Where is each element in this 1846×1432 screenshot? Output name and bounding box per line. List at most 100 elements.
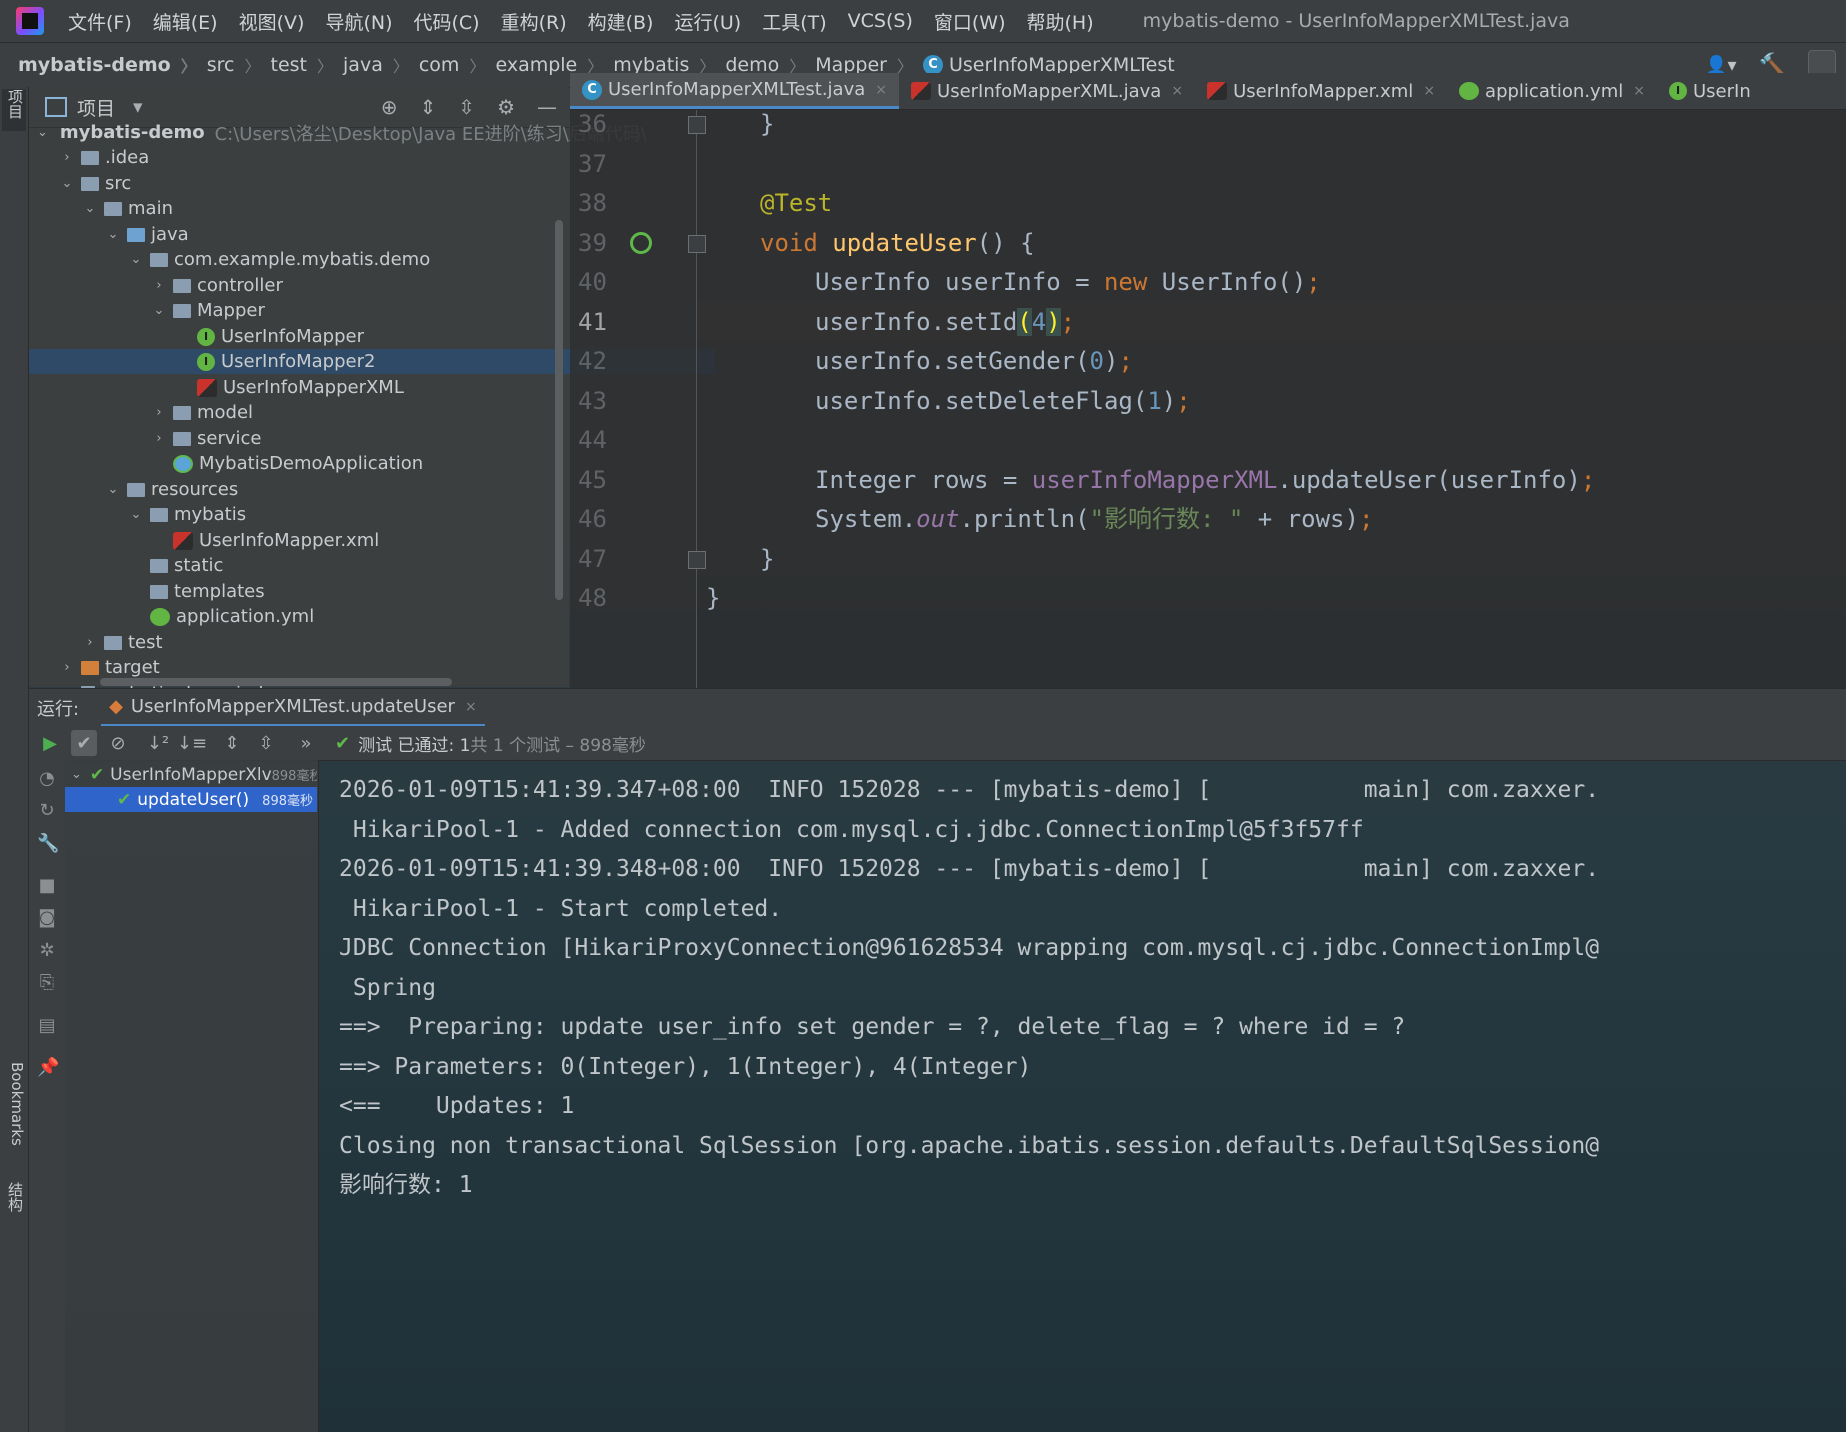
menu-vcs[interactable]: VCS(S)	[848, 10, 913, 32]
fold-marker-icon[interactable]	[688, 551, 706, 569]
tab-mapper-xml-java[interactable]: UserInfoMapperXML.java ×	[899, 73, 1195, 109]
source-folder-icon	[127, 227, 145, 242]
pin-icon[interactable]: 📌	[37, 1057, 59, 1078]
test-status: ✔ 测试 已通过: 1 共 1 个测试 – 898毫秒	[335, 732, 646, 756]
debug-icon[interactable]: ◔	[37, 768, 57, 789]
sort-alpha-icon[interactable]: ↓²	[145, 730, 171, 756]
interface-icon: I	[197, 352, 215, 371]
breadcrumb-item[interactable]: com 〉	[419, 53, 496, 77]
gear-icon[interactable]: ⚙	[497, 95, 515, 119]
chevron-down-icon[interactable]: ⌄	[71, 767, 82, 782]
collapse-all-icon[interactable]: ⇳	[253, 730, 279, 756]
show-ignored-icon[interactable]: ⊘	[105, 730, 131, 756]
run-tab[interactable]: ◆ UserInfoMapperXMLTest.updateUser ×	[101, 689, 485, 727]
tree-item[interactable]: › test	[29, 630, 622, 655]
bookmarks-tool-tab[interactable]: Bookmarks	[2, 1062, 26, 1172]
folder-icon	[150, 584, 168, 599]
run-label: 运行:	[37, 699, 80, 720]
breadcrumb-item[interactable]: java 〉	[343, 53, 419, 77]
fold-marker-icon[interactable]	[688, 235, 706, 253]
test-case-row[interactable]: ✔ updateUser() 898毫秒	[65, 787, 317, 812]
excluded-folder-icon	[81, 660, 99, 675]
project-horizontal-scrollbar[interactable]	[100, 678, 452, 686]
close-icon[interactable]: ×	[875, 82, 887, 98]
project-scrollbar[interactable]	[555, 220, 563, 600]
console-line: ==> Parameters: 0(Integer), 1(Integer), …	[339, 1054, 1032, 1080]
class-icon: C	[582, 79, 602, 100]
console-line: Spring	[339, 975, 436, 1001]
console-line: 影响行数: 1	[339, 1172, 473, 1198]
tree-item[interactable]: ⌄ src	[29, 171, 599, 196]
rerun-icon[interactable]: ▶	[37, 730, 63, 756]
layout-icon[interactable]: ▤	[37, 1015, 57, 1036]
tree-item[interactable]: ⌄ resources	[29, 477, 645, 502]
hide-icon[interactable]: —	[537, 95, 557, 119]
breadcrumb-item[interactable]: test 〉	[271, 53, 344, 77]
menu-refactor[interactable]: 重构(R)	[501, 8, 567, 35]
resources-folder-icon	[127, 482, 145, 497]
menu-run[interactable]: 运行(U)	[674, 8, 741, 35]
test-suite-row[interactable]: ⌄ ✔ UserInfoMapperXlv 898毫秒	[65, 762, 317, 787]
structure-tool-tab[interactable]: 结构	[2, 1182, 26, 1222]
menu-file[interactable]: 文件(F)	[68, 8, 132, 35]
line-number: 37	[578, 150, 607, 178]
console-line: ==> Preparing: update user_info set gend…	[339, 1014, 1406, 1040]
yaml-config-icon	[1459, 82, 1480, 100]
tab-userin[interactable]: I UserIn	[1657, 73, 1763, 109]
menu-tools[interactable]: 工具(T)	[762, 8, 826, 35]
menu-bar: 文件(F) 编辑(E) 视图(V) 导航(N) 代码(C) 重构(R) 构建(B…	[0, 0, 1846, 42]
menu-navigate[interactable]: 导航(N)	[325, 8, 392, 35]
tree-item[interactable]: › .idea	[29, 145, 599, 170]
tree-item[interactable]: ⌄ java	[29, 222, 645, 247]
folder-icon	[150, 558, 168, 573]
folder-icon	[81, 176, 99, 191]
export-icon[interactable]: ⎘	[37, 972, 57, 993]
close-icon[interactable]: ×	[1171, 83, 1183, 99]
breadcrumb-item[interactable]: src 〉	[207, 53, 271, 77]
line-number: 47	[578, 545, 607, 573]
settings-icon[interactable]: ✲	[37, 940, 57, 961]
menu-window[interactable]: 窗口(W)	[934, 8, 1006, 35]
menu-code[interactable]: 代码(C)	[413, 8, 479, 35]
wrench-icon[interactable]: 🔧	[37, 833, 59, 854]
chevron-down-icon[interactable]: ▾	[133, 96, 143, 118]
project-tool-tab[interactable]: 项目	[2, 89, 26, 131]
close-icon[interactable]: ×	[465, 699, 477, 715]
collapse-all-icon[interactable]: ⇳	[458, 95, 475, 119]
tab-test-java[interactable]: C UserInfoMapperXMLTest.java ×	[570, 73, 900, 109]
more-icon[interactable]: »	[293, 730, 319, 756]
rerun-failed-icon[interactable]: ↻	[37, 800, 57, 821]
tree-item[interactable]: › target	[29, 655, 599, 680]
close-icon[interactable]: ×	[1633, 83, 1645, 99]
close-icon[interactable]: ×	[1423, 83, 1435, 99]
breadcrumb-item[interactable]: mybatis-demo 〉	[18, 53, 207, 77]
left-tool-strip: 项目 Bookmarks 结构	[0, 87, 29, 1432]
check-icon: ✔	[89, 764, 105, 785]
locate-icon[interactable]: ⊕	[381, 95, 398, 119]
package-icon	[173, 303, 191, 318]
tree-item[interactable]: ⌄ main	[29, 196, 622, 221]
menu-edit[interactable]: 编辑(E)	[153, 8, 218, 35]
line-number: 46	[578, 505, 607, 533]
run-side-toolbar: ◔ ↻ 🔧 ■ ◙ ✲ ⎘ ▤ 📌	[29, 760, 65, 1432]
menu-view[interactable]: 视图(V)	[239, 8, 305, 35]
fold-marker-icon[interactable]	[688, 116, 706, 134]
menu-help[interactable]: 帮助(H)	[1027, 8, 1094, 35]
camera-icon[interactable]: ◙	[37, 907, 57, 928]
show-passed-icon[interactable]: ✔	[71, 730, 97, 756]
tab-application-yml[interactable]: application.yml ×	[1447, 73, 1657, 109]
run-test-gutter-icon[interactable]	[630, 232, 652, 254]
console-line: HikariPool-1 - Added connection com.mysq…	[339, 817, 1364, 843]
expand-all-icon[interactable]: ⇕	[420, 95, 437, 119]
tree-root[interactable]: ⌄ mybatis-demo C:\Users\洛尘\Desktop\Java …	[29, 120, 647, 145]
menu-build[interactable]: 构建(B)	[588, 8, 654, 35]
project-panel-title[interactable]: 项目	[77, 94, 115, 121]
console-line: <== Updates: 1	[339, 1093, 575, 1119]
tab-mapper-xml[interactable]: UserInfoMapper.xml ×	[1195, 73, 1447, 109]
stop-icon[interactable]: ■	[37, 875, 57, 896]
code-line: }	[706, 584, 721, 612]
package-icon	[173, 405, 191, 420]
sort-duration-icon[interactable]: ↓≡	[177, 730, 207, 756]
run-config-icon: ◆	[109, 696, 123, 717]
expand-all-icon[interactable]: ⇕	[219, 730, 245, 756]
